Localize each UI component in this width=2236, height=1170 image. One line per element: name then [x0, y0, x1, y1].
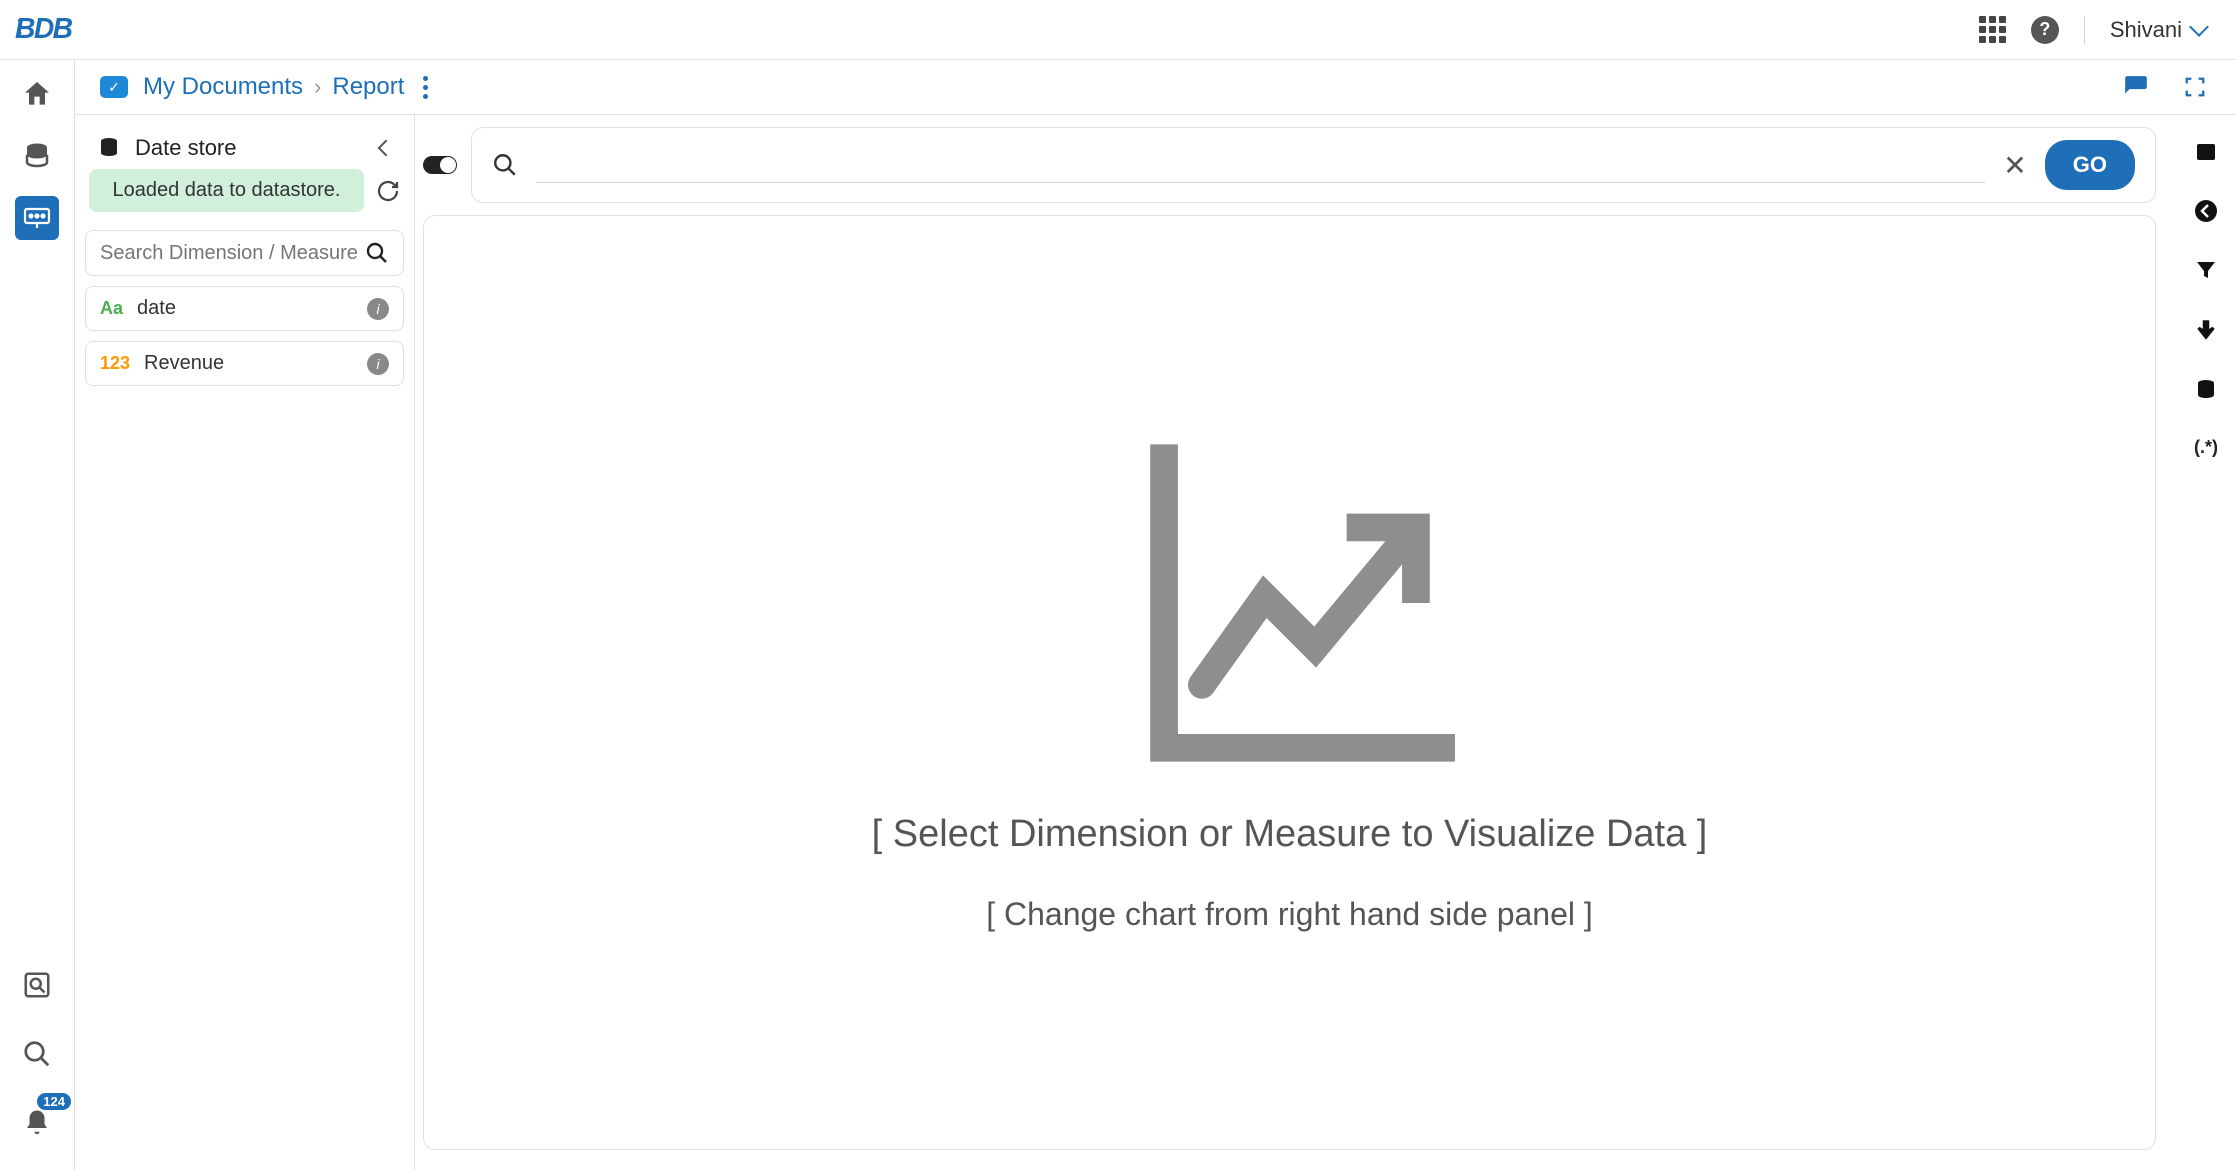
info-icon[interactable]: i: [367, 298, 389, 320]
collapse-panel-icon[interactable]: [378, 140, 395, 157]
breadcrumb-my-documents[interactable]: My Documents: [143, 73, 303, 101]
folder-icon[interactable]: ✓: [100, 76, 128, 98]
right-data-icon[interactable]: [2194, 378, 2218, 402]
right-interaction-icon[interactable]: [2193, 317, 2219, 343]
dimension-search-box[interactable]: [85, 230, 404, 276]
header-divider: [2084, 16, 2085, 44]
notifications-button[interactable]: 124: [15, 1101, 59, 1145]
info-icon[interactable]: i: [367, 353, 389, 375]
nav-inspect-icon[interactable]: [15, 963, 59, 1007]
nav-design-icon[interactable]: [15, 196, 59, 240]
chart-placeholder-icon: [1125, 433, 1455, 773]
field-name-label: date: [137, 297, 353, 320]
nav-home-icon[interactable]: [15, 72, 59, 116]
chart-canvas: [ Select Dimension or Measure to Visuali…: [423, 215, 2156, 1150]
canvas-primary-message: [ Select Dimension or Measure to Visuali…: [872, 813, 1708, 856]
field-item-date[interactable]: Aa date i: [85, 286, 404, 331]
comment-icon[interactable]: [2123, 74, 2149, 100]
query-input[interactable]: [536, 147, 1985, 183]
breadcrumb-report[interactable]: Report: [332, 73, 404, 101]
right-chart-type-icon[interactable]: [2194, 140, 2218, 164]
apps-grid-icon[interactable]: [1979, 16, 2006, 43]
fullscreen-icon[interactable]: [2184, 76, 2206, 98]
breadcrumb: ✓ My Documents › Report: [100, 73, 428, 101]
search-icon: [365, 241, 389, 265]
canvas-secondary-message: [ Change chart from right hand side pane…: [986, 896, 1593, 933]
right-regex-icon[interactable]: (.*): [2194, 437, 2218, 458]
chevron-down-icon: [2189, 17, 2209, 37]
go-button[interactable]: GO: [2045, 140, 2135, 190]
right-filter-icon[interactable]: [2194, 258, 2218, 282]
field-type-badge: Aa: [100, 298, 123, 319]
clear-icon[interactable]: ✕: [2003, 149, 2026, 182]
right-back-icon[interactable]: [2194, 199, 2218, 223]
help-icon[interactable]: ?: [2031, 16, 2059, 44]
field-type-badge: 123: [100, 353, 130, 374]
user-menu[interactable]: Shivani: [2110, 17, 2206, 43]
refresh-icon[interactable]: [376, 179, 400, 203]
datastore-title-text: Date store: [135, 135, 237, 161]
search-icon: [492, 152, 518, 178]
svg-text:‎BDB: ‎BDB: [15, 11, 73, 43]
query-bar: ✕ GO: [471, 127, 2156, 203]
query-toggle[interactable]: [423, 156, 457, 174]
nav-datastore-icon[interactable]: [15, 134, 59, 178]
chevron-right-icon: ›: [314, 74, 321, 100]
dimension-search-input[interactable]: [100, 242, 365, 265]
nav-search-icon[interactable]: [15, 1032, 59, 1076]
datastore-status-message: Loaded data to datastore.: [89, 169, 364, 212]
breadcrumb-more-icon[interactable]: [423, 76, 428, 99]
database-icon: [97, 136, 121, 160]
datastore-title: Date store: [97, 135, 237, 161]
field-name-label: Revenue: [144, 352, 353, 375]
notification-count-badge: 124: [37, 1093, 71, 1110]
app-logo[interactable]: ‎BDB: [15, 11, 125, 49]
user-name-label: Shivani: [2110, 17, 2182, 43]
field-item-revenue[interactable]: 123 Revenue i: [85, 341, 404, 386]
